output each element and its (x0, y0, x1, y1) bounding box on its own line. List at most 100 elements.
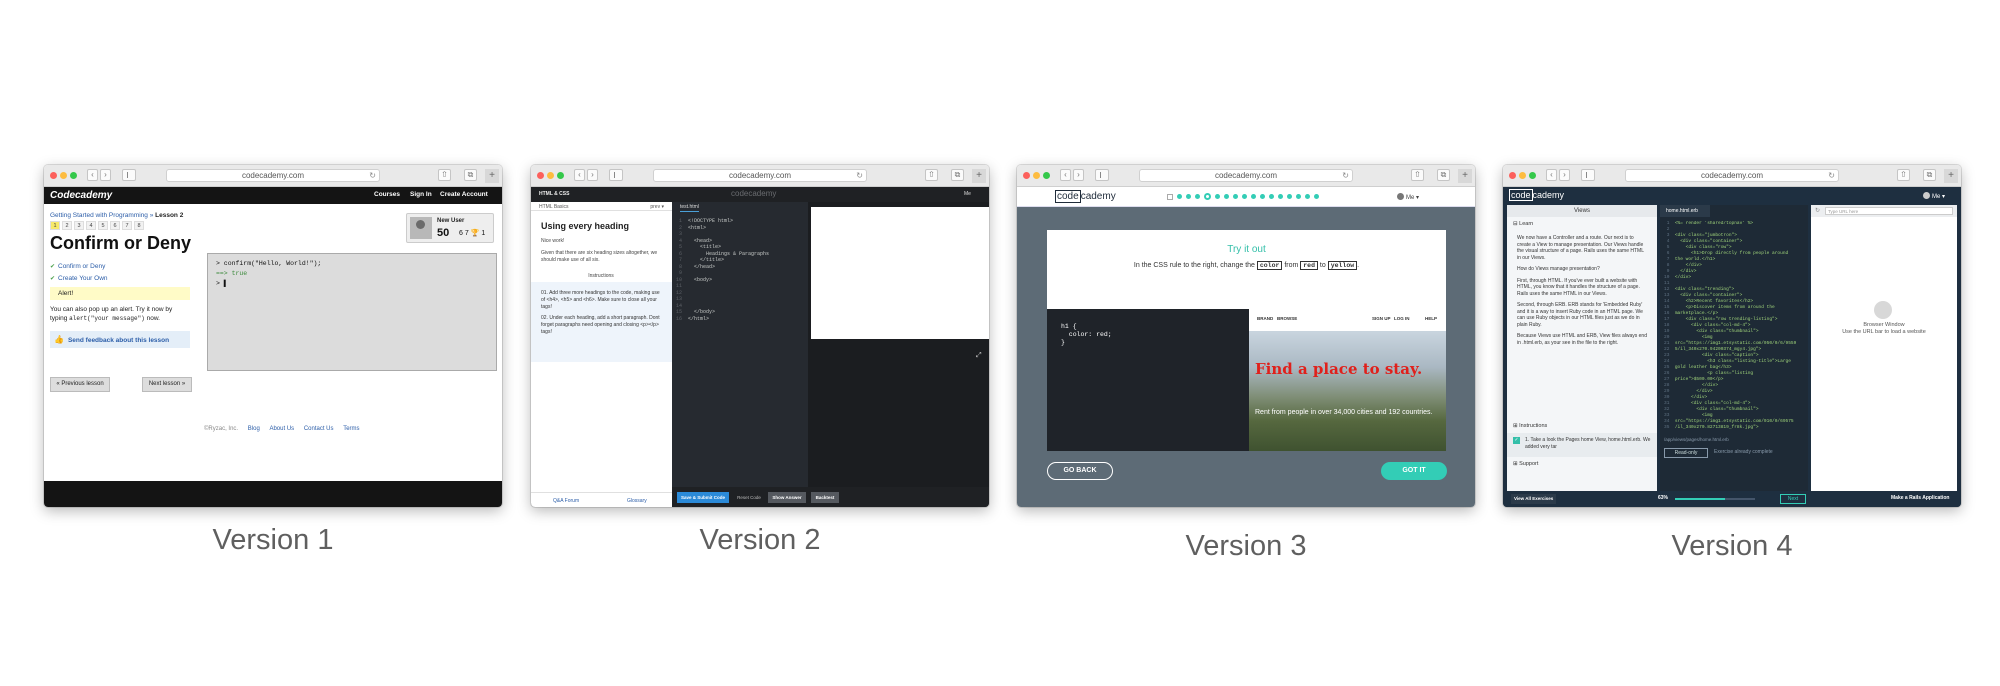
sidebar-toggle-icon[interactable] (1095, 169, 1109, 181)
glossary-link[interactable]: Glossary (627, 498, 647, 504)
new-tab-icon[interactable]: + (1944, 169, 1958, 183)
breadcrumb-course-link[interactable]: Getting Started with Programming (50, 212, 148, 219)
progress-dot[interactable] (1195, 194, 1200, 199)
minimize-window-button[interactable] (60, 172, 67, 179)
progress-dot[interactable] (1224, 194, 1229, 199)
minimize-window-button[interactable] (1033, 172, 1040, 179)
zoom-window-button[interactable] (1043, 172, 1050, 179)
support-toggle[interactable]: ⊞ Support (1513, 461, 1538, 467)
sidebar-toggle-icon[interactable] (1581, 169, 1595, 181)
zoom-window-button[interactable] (1529, 172, 1536, 179)
progress-dot[interactable] (1305, 194, 1310, 199)
logo[interactable]: codecademy (1055, 190, 1116, 203)
view-all-exercises-button[interactable]: View All Exercises (1511, 494, 1557, 504)
progress-dot[interactable] (1260, 194, 1265, 199)
logo[interactable]: codecademy (731, 189, 776, 198)
code-editor[interactable]: home.html.erb 1 <%= render 'shared/topna… (1660, 205, 1808, 491)
reload-icon[interactable]: ↻ (369, 170, 376, 181)
nav-sign-in[interactable]: Sign In (410, 191, 432, 198)
address-bar[interactable]: codecademy.com ↻ (1625, 169, 1839, 182)
exercise-item-alert[interactable]: Alert! (50, 287, 190, 300)
got-it-button[interactable]: GOT IT (1381, 462, 1447, 480)
forward-icon[interactable]: › (1559, 169, 1570, 181)
step-1[interactable]: 1 (50, 221, 60, 230)
share-icon[interactable]: ⇧ (438, 169, 451, 181)
preview-url-input[interactable]: Type URL here (1825, 207, 1953, 215)
exercise-item-confirm-or-deny[interactable]: Confirm or Deny (50, 263, 190, 270)
file-tab[interactable]: test.html (680, 204, 699, 212)
footer-link-about[interactable]: About Us (269, 426, 294, 432)
close-window-button[interactable] (50, 172, 57, 179)
qa-forum-link[interactable]: Q&A Forum (553, 498, 579, 504)
user-menu[interactable]: Me ▾ (1397, 193, 1419, 201)
console-prompt[interactable]: > ▌ (216, 280, 488, 287)
instructions-toggle[interactable]: ⊞ Instructions (1513, 423, 1547, 429)
progress-dot[interactable] (1186, 194, 1191, 199)
sidebar-toggle-icon[interactable] (122, 169, 136, 181)
nav-courses[interactable]: Courses (374, 191, 400, 198)
nav-create-account[interactable]: Create Account (440, 191, 488, 198)
file-tab[interactable]: home.html.erb (1660, 205, 1710, 217)
step-5[interactable]: 5 (98, 221, 108, 230)
progress-dot[interactable] (1242, 194, 1247, 199)
step-6[interactable]: 6 (110, 221, 120, 230)
close-window-button[interactable] (1509, 172, 1516, 179)
reload-icon[interactable]: ↻ (1828, 170, 1835, 181)
back-icon[interactable]: ‹ (1546, 169, 1557, 181)
code-area[interactable]: 1 <!DOCTYPE html> 2 <html> 3 4 <head> 5 … (676, 218, 769, 322)
progress-dot[interactable] (1269, 194, 1274, 199)
back-icon[interactable]: ‹ (87, 169, 98, 181)
reload-icon[interactable]: ↻ (856, 170, 863, 181)
progress-menu[interactable]: prev ▾ (650, 204, 664, 210)
reload-icon[interactable]: ↻ (1342, 170, 1349, 181)
reset-code-button[interactable]: Reset Code (734, 492, 764, 503)
step-8[interactable]: 8 (134, 221, 144, 230)
forward-icon[interactable]: › (1073, 169, 1084, 181)
overview-icon[interactable] (1167, 193, 1173, 200)
back-icon[interactable]: ‹ (574, 169, 585, 181)
share-icon[interactable]: ⇧ (925, 169, 938, 181)
tabs-icon[interactable]: ⧉ (1437, 169, 1450, 181)
logo[interactable]: Codecademy (50, 190, 112, 201)
exercise-item-create-your-own[interactable]: Create Your Own (50, 275, 190, 282)
progress-dot-current[interactable] (1204, 193, 1211, 200)
tabs-icon[interactable]: ⧉ (1923, 169, 1936, 181)
go-back-button[interactable]: GO BACK (1047, 462, 1113, 480)
step-2[interactable]: 2 (62, 221, 72, 230)
forward-icon[interactable]: › (587, 169, 598, 181)
share-icon[interactable]: ⇧ (1897, 169, 1910, 181)
user-menu[interactable]: Me (964, 191, 971, 197)
css-editor[interactable]: h1 { color: red; } (1047, 309, 1249, 451)
user-card[interactable]: New User 50 6 7 🏆 1 (406, 213, 494, 243)
user-menu[interactable]: Me ▾ (1923, 192, 1945, 200)
course-title[interactable]: HTML & CSS (539, 191, 569, 197)
tabs-icon[interactable]: ⧉ (951, 169, 964, 181)
share-icon[interactable]: ⇧ (1411, 169, 1424, 181)
progress-dot[interactable] (1314, 194, 1319, 199)
new-tab-icon[interactable]: + (1458, 169, 1472, 183)
step-3[interactable]: 3 (74, 221, 84, 230)
footer-link-terms[interactable]: Terms (343, 426, 359, 432)
address-bar[interactable]: codecademy.com ↻ (1139, 169, 1353, 182)
step-4[interactable]: 4 (86, 221, 96, 230)
progress-dot[interactable] (1215, 194, 1220, 199)
logo[interactable]: codecademy (1509, 189, 1564, 201)
progress-dot[interactable] (1278, 194, 1283, 199)
backtest-button[interactable]: Backtest (811, 492, 839, 503)
progress-dot[interactable] (1233, 194, 1238, 199)
footer-link-contact[interactable]: Contact Us (304, 426, 334, 432)
show-answer-button[interactable]: Show Answer (768, 492, 806, 503)
progress-dot[interactable] (1251, 194, 1256, 199)
progress-dot[interactable] (1287, 194, 1292, 199)
address-bar[interactable]: codecademy.com ↻ (166, 169, 380, 182)
footer-link-blog[interactable]: Blog (248, 426, 260, 432)
learn-section-toggle[interactable]: ⊟ Learn (1513, 221, 1533, 227)
close-window-button[interactable] (1023, 172, 1030, 179)
zoom-window-button[interactable] (557, 172, 564, 179)
new-tab-icon[interactable]: + (972, 169, 986, 183)
progress-dot[interactable] (1177, 194, 1182, 199)
sidebar-toggle-icon[interactable] (609, 169, 623, 181)
minimize-window-button[interactable] (1519, 172, 1526, 179)
address-bar[interactable]: codecademy.com ↻ (653, 169, 867, 182)
minimize-window-button[interactable] (547, 172, 554, 179)
